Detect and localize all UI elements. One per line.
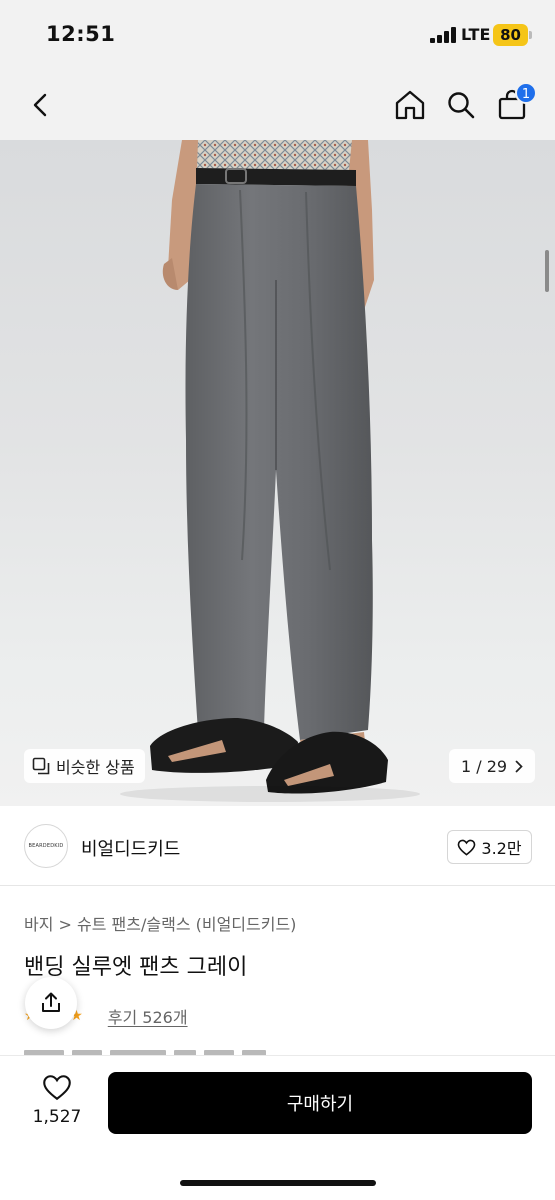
wishlist-button[interactable]: 1,527: [28, 1074, 86, 1127]
product-title: 밴딩 실루엣 팬츠 그레이: [24, 955, 248, 980]
back-button[interactable]: [20, 84, 62, 126]
search-icon: [448, 92, 475, 119]
brand-logo: BEARDEDKID: [24, 824, 68, 868]
search-button[interactable]: [440, 84, 482, 126]
status-time: 12:51: [46, 22, 116, 46]
top-nav-bar: 1: [0, 70, 555, 140]
home-icon: [395, 90, 425, 120]
battery-cap: [529, 31, 532, 39]
status-bar: 12:51 LTE 80: [0, 0, 555, 70]
review-count-link[interactable]: 후기 526개: [108, 1004, 188, 1028]
product-photo: [120, 140, 420, 802]
wishlist-count: 1,527: [32, 1107, 82, 1127]
brand-like-button[interactable]: 3.2만: [447, 830, 532, 864]
cart-button[interactable]: 1: [491, 82, 537, 126]
cart-count-badge: 1: [515, 82, 537, 104]
image-counter-button[interactable]: 1 / 29: [449, 749, 536, 783]
product-image[interactable]: [0, 140, 555, 806]
brand-like-count: 3.2만: [481, 839, 522, 858]
brand-name[interactable]: 비얼디드키드: [81, 835, 180, 861]
network-label: LTE: [461, 25, 491, 44]
back-arrow-icon: [33, 93, 47, 117]
brand-logo-text: BEARDEDKID: [28, 843, 64, 849]
share-button[interactable]: [25, 977, 77, 1029]
bottom-action-bar: 1,527 구매하기: [0, 1056, 555, 1200]
category-breadcrumb[interactable]: 바지 > 슈트 팬츠/슬랙스 (비얼디드키드): [24, 911, 296, 935]
home-indicator: [180, 1180, 376, 1186]
chevron-right-icon: [515, 760, 523, 772]
home-button[interactable]: [389, 84, 431, 126]
battery-icon: 80: [493, 24, 528, 46]
buy-button[interactable]: 구매하기: [108, 1072, 532, 1134]
similar-products-label: 비슷한 상품: [56, 758, 135, 777]
similar-products-button[interactable]: 비슷한 상품: [24, 749, 145, 783]
heart-outline-icon: [458, 839, 476, 856]
heart-outline-icon: [43, 1075, 71, 1101]
image-counter: 1 / 29: [461, 756, 508, 776]
similar-products-icon: [32, 757, 50, 775]
scroll-indicator: [545, 250, 549, 292]
signal-icon: [430, 27, 456, 43]
share-icon: [42, 992, 60, 1012]
brand-row[interactable]: BEARDEDKID 비얼디드키드 3.2만: [0, 806, 555, 886]
